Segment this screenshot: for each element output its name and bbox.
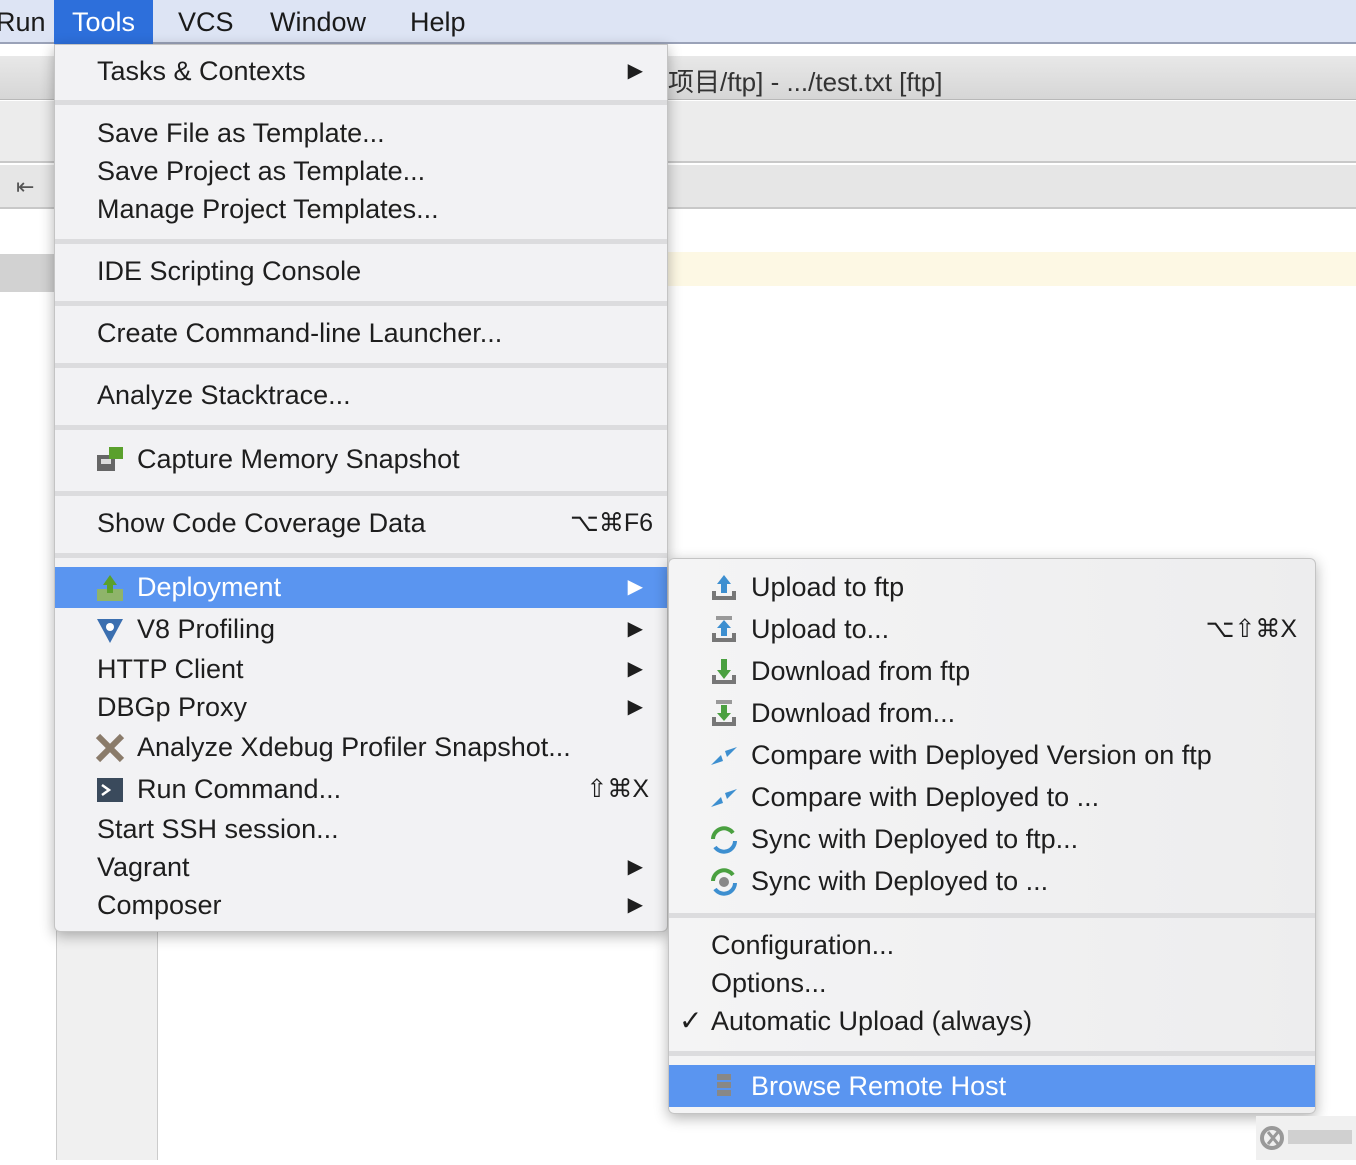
label: Compare with Deployed to ... <box>751 782 1100 812</box>
upload-icon <box>712 575 736 600</box>
menu-item-code-coverage[interactable]: Show Code Coverage Data ⌥⌘F6 <box>55 503 667 543</box>
menu-help[interactable]: Help <box>392 0 484 44</box>
deployment-submenu: Upload to ftp Upload to... ⌥⇧⌘X Download … <box>668 558 1316 1114</box>
menu-item-upload-to[interactable]: Upload to... ⌥⇧⌘X <box>669 609 1315 649</box>
shortcut: ⌥⌘F6 <box>570 509 653 537</box>
separator <box>55 301 667 306</box>
menu-vcs[interactable]: VCS <box>160 0 252 44</box>
menu-item-run-command[interactable]: Run Command... ⇧⌘X <box>55 769 667 809</box>
menu-item-save-file-template[interactable]: Save File as Template... <box>55 113 667 153</box>
menu-item-download-from[interactable]: Download from... <box>669 693 1315 733</box>
label: Browse Remote Host <box>751 1071 1007 1101</box>
submenu-arrow-icon: ▶ <box>627 696 643 718</box>
compare-icon <box>711 747 737 765</box>
menu-bar: Run Tools VCS Window Help <box>0 0 1356 44</box>
separator <box>55 239 667 244</box>
label: Download from... <box>751 698 956 728</box>
label: Analyze Xdebug Profiler Snapshot... <box>137 732 571 762</box>
menu-item-http-client[interactable]: HTTP Client ▶ <box>55 649 667 689</box>
project-tree-selection <box>0 254 56 292</box>
watermark-logo <box>1256 1116 1356 1160</box>
label: Vagrant <box>97 852 190 882</box>
menu-item-sync-to[interactable]: Sync with Deployed to ... <box>669 861 1315 901</box>
menu-item-compare-to[interactable]: Compare with Deployed to ... <box>669 777 1315 817</box>
memory-snapshot-icon <box>97 447 123 471</box>
menu-item-vagrant[interactable]: Vagrant ▶ <box>55 847 667 887</box>
menu-item-save-project-template[interactable]: Save Project as Template... <box>55 151 667 191</box>
submenu-arrow-icon: ▶ <box>627 894 643 916</box>
label: Show Code Coverage Data <box>97 508 426 538</box>
separator <box>55 100 667 105</box>
menu-item-tasks-contexts[interactable]: Tasks & Contexts ▶ <box>55 51 667 91</box>
separator <box>55 425 667 430</box>
menu-item-command-line-launcher[interactable]: Create Command-line Launcher... <box>55 313 667 353</box>
label: Compare with Deployed Version on ftp <box>751 740 1212 770</box>
menu-item-analyze-stacktrace[interactable]: Analyze Stacktrace... <box>55 375 667 415</box>
menu-item-dbgp-proxy[interactable]: DBGp Proxy ▶ <box>55 687 667 727</box>
separator <box>55 491 667 496</box>
current-line-highlight <box>668 252 1356 286</box>
submenu-arrow-icon: ▶ <box>627 618 643 640</box>
label: V8 Profiling <box>137 614 276 644</box>
menu-item-ssh-session[interactable]: Start SSH session... <box>55 809 667 849</box>
menu-item-download-ftp[interactable]: Download from ftp <box>669 651 1315 691</box>
label: Upload to ftp <box>751 572 905 602</box>
checkmark-icon: ✓ <box>679 1005 703 1036</box>
xdebug-icon <box>95 733 125 763</box>
menu-item-compare-ftp[interactable]: Compare with Deployed Version on ftp <box>669 735 1315 775</box>
menu-item-v8-profiling[interactable]: V8 Profiling ▶ <box>55 609 667 649</box>
window-title: 项目/ftp] - .../test.txt [ftp] <box>668 67 943 97</box>
separator <box>55 553 667 558</box>
submenu-arrow-icon: ▶ <box>627 60 643 82</box>
menu-item-upload-ftp[interactable]: Upload to ftp <box>669 567 1315 607</box>
label: Upload to... <box>751 614 890 644</box>
compare-icon <box>711 789 737 807</box>
deployment-icon <box>97 575 123 601</box>
label: Composer <box>97 890 222 920</box>
sync-icon <box>711 826 737 854</box>
menu-item-configuration[interactable]: Configuration... <box>669 925 1315 965</box>
menu-item-browse-remote-host[interactable]: Browse Remote Host <box>669 1065 1315 1107</box>
label: Sync with Deployed to ftp... <box>751 824 1079 854</box>
menu-tools[interactable]: Tools <box>54 0 154 44</box>
menu-item-options[interactable]: Options... <box>669 963 1315 1003</box>
label: HTTP Client <box>97 654 244 684</box>
sync-icon <box>711 868 737 896</box>
label: Capture Memory Snapshot <box>137 444 460 474</box>
tools-menu: Tasks & Contexts ▶ Save File as Template.… <box>54 44 668 932</box>
submenu-arrow-icon: ▶ <box>627 576 643 598</box>
submenu-arrow-icon: ▶ <box>627 856 643 878</box>
download-icon <box>712 659 736 684</box>
menu-window[interactable]: Window <box>252 0 384 44</box>
menu-item-manage-templates[interactable]: Manage Project Templates... <box>55 189 667 229</box>
menu-item-capture-memory[interactable]: Capture Memory Snapshot <box>55 439 667 479</box>
menu-item-deployment[interactable]: Deployment ▶ <box>55 567 667 608</box>
menu-item-ide-scripting-console[interactable]: IDE Scripting Console <box>55 251 667 291</box>
editor-gutter <box>56 930 158 1160</box>
download-from-icon <box>712 700 736 726</box>
menu-item-sync-ftp[interactable]: Sync with Deployed to ftp... <box>669 819 1315 859</box>
menu-item-xdebug-snapshot[interactable]: Analyze Xdebug Profiler Snapshot... <box>55 727 667 767</box>
menu-item-composer[interactable]: Composer ▶ <box>55 885 667 925</box>
label: Deployment <box>137 572 282 602</box>
separator <box>669 913 1315 918</box>
server-icon <box>717 1074 731 1096</box>
label: Download from ftp <box>751 656 971 686</box>
upload-to-icon <box>712 616 736 642</box>
separator <box>55 363 667 368</box>
label: Automatic Upload (always) <box>711 1006 1033 1036</box>
submenu-arrow-icon: ▶ <box>627 658 643 680</box>
terminal-icon <box>97 778 123 802</box>
shortcut: ⇧⌘X <box>586 775 649 803</box>
collapse-icon[interactable]: ⇤ <box>16 174 34 200</box>
label: Run Command... <box>137 774 342 804</box>
label: Sync with Deployed to ... <box>751 866 1049 896</box>
label: Tasks & Contexts <box>97 56 306 86</box>
label: DBGp Proxy <box>97 692 248 722</box>
menu-item-automatic-upload[interactable]: ✓ Automatic Upload (always) <box>669 1001 1315 1041</box>
separator <box>669 1051 1315 1056</box>
shortcut: ⌥⇧⌘X <box>1205 615 1297 643</box>
v8-icon <box>97 619 123 643</box>
